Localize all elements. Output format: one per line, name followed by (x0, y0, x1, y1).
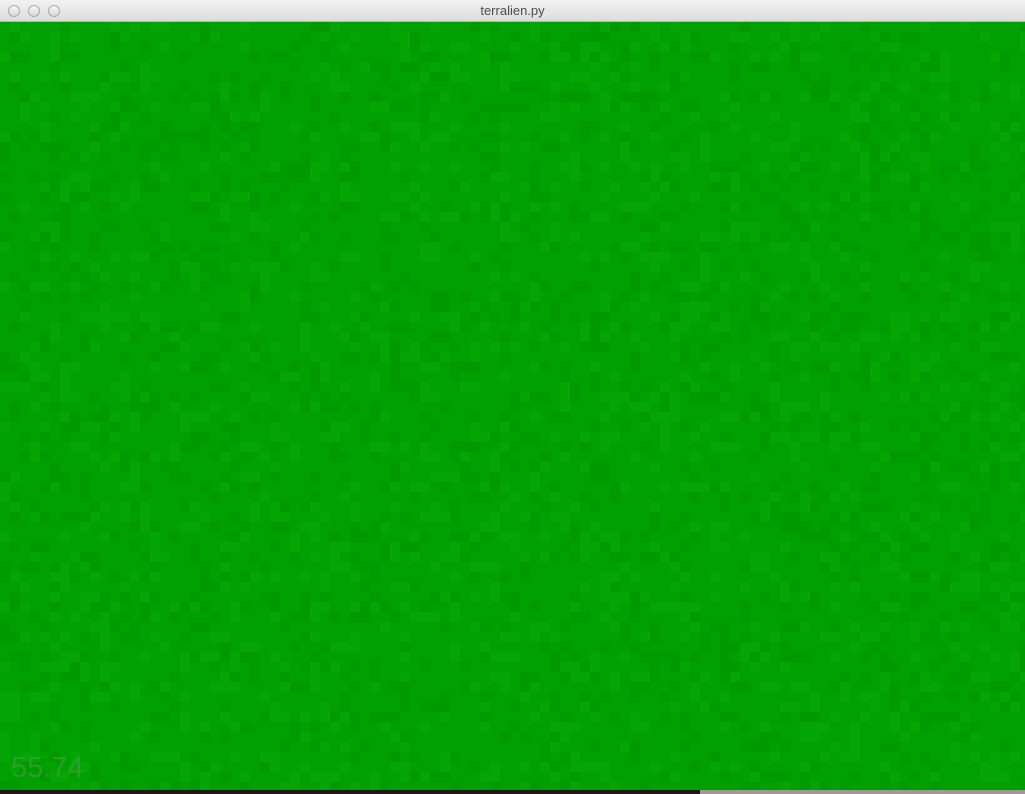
window-title: terralien.py (480, 3, 545, 18)
bottom-edge-strip (0, 790, 1025, 794)
terrain-canvas[interactable] (0, 22, 1025, 790)
terrain-grass-tiles (0, 22, 1025, 790)
horizontal-scroll-thumb[interactable] (700, 790, 1025, 794)
fps-counter: 55.74 (11, 752, 84, 784)
window-titlebar[interactable]: terralien.py (0, 0, 1025, 22)
game-window: terralien.py 55.74 (0, 0, 1025, 794)
